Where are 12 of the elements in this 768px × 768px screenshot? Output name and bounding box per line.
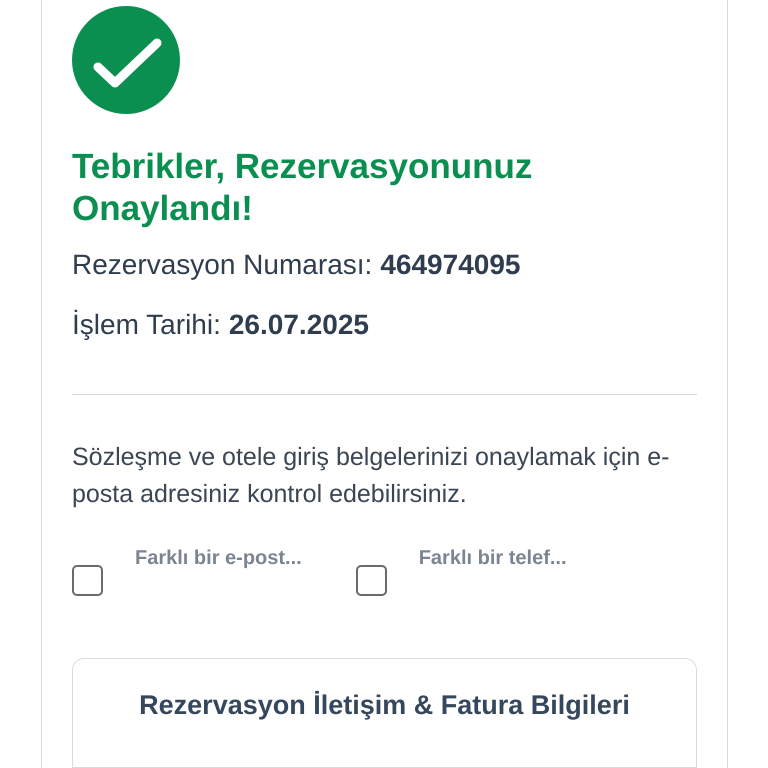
detail-value: 26.07.2025 xyxy=(228,308,369,342)
option-label: Farklı bir e-post... xyxy=(135,546,302,571)
info-message: Sözleşme ve otele giriş belgelerinizi onaylamak için e-posta adresiniz kontrol edebilirsiniz. xyxy=(72,442,670,510)
success-title: Tebrikler, Rezervasyonunuz Onaylandı! xyxy=(72,146,534,230)
section-header[interactable]: Rezervasyon İletişim & Fatura Bilgileri xyxy=(72,658,697,768)
checkbox[interactable] xyxy=(72,565,103,596)
checkbox[interactable] xyxy=(356,565,387,596)
detail-label: İşlem Tarihi: xyxy=(72,308,221,342)
checkmark-icon xyxy=(72,6,180,114)
detail-value: 464974095 xyxy=(380,248,520,282)
option-label: Farklı bir telef... xyxy=(418,546,567,571)
detail-label: Rezervasyon Numarası: xyxy=(72,248,372,282)
